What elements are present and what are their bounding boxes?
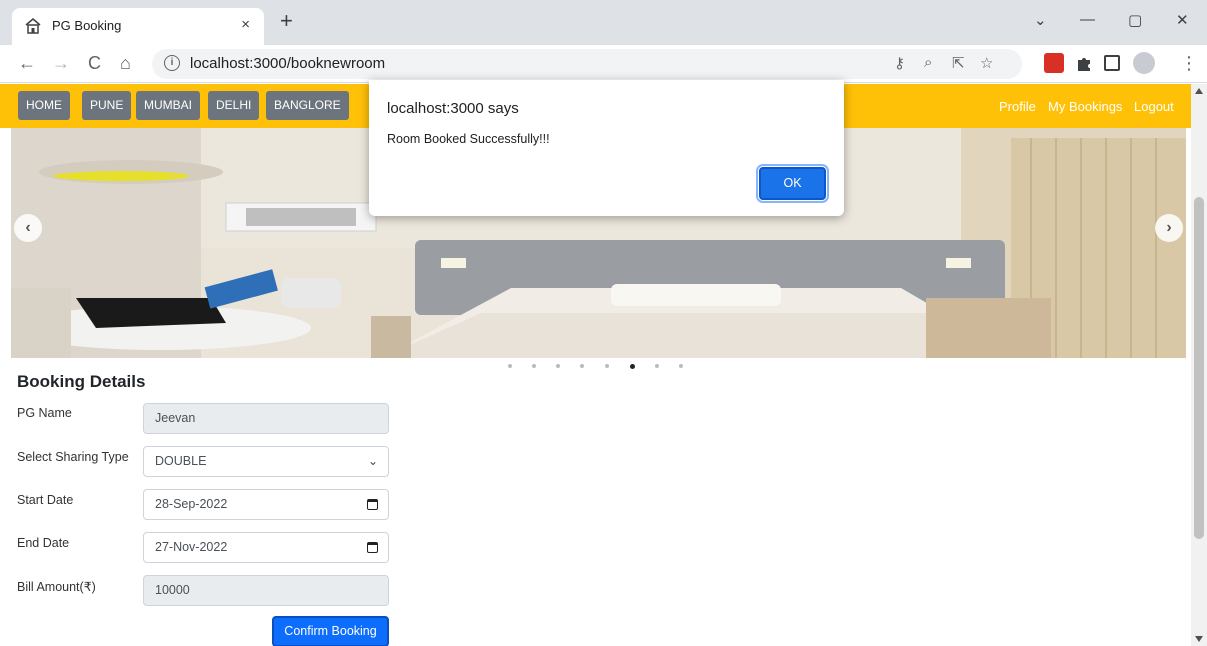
nav-my-bookings[interactable]: My Bookings: [1048, 99, 1122, 114]
url-text[interactable]: localhost:3000/booknewroom: [190, 55, 385, 72]
nav-logout[interactable]: Logout: [1134, 99, 1174, 114]
new-tab-button[interactable]: +: [280, 10, 293, 32]
browser-tabstrip: PG Booking × + ⌄ — ▢ ✕: [0, 0, 1207, 45]
carousel-dot-4[interactable]: [580, 364, 584, 368]
nav-pune[interactable]: PUNE: [82, 91, 132, 120]
home-button[interactable]: ⌂: [120, 52, 131, 74]
bill-amount-label: Bill Amount(₹): [17, 580, 96, 594]
carousel-dot-1[interactable]: [508, 364, 512, 368]
pg-name-label: PG Name: [17, 406, 72, 420]
start-date-input[interactable]: 28-Sep-2022: [143, 489, 389, 520]
carousel-dot-6-active[interactable]: [630, 363, 635, 369]
pg-name-field[interactable]: Jeevan: [143, 403, 389, 434]
nav-profile[interactable]: Profile: [999, 99, 1036, 114]
dialog-message: Room Booked Successfully!!!: [387, 132, 550, 146]
sharing-type-select[interactable]: DOUBLE ⌄: [143, 446, 389, 477]
calendar-icon[interactable]: [367, 499, 378, 510]
nav-mumbai[interactable]: MUMBAI: [136, 91, 200, 120]
nav-banglore[interactable]: BANGLORE: [266, 91, 349, 120]
tab-search-icon[interactable]: ⌄: [1034, 11, 1047, 29]
booking-details-title: Booking Details: [17, 372, 146, 391]
browser-toolbar: ← → C ⌂ i localhost:3000/booknewroom ⚷ ⌕…: [0, 45, 1207, 83]
extensions-puzzle-icon[interactable]: [1074, 53, 1094, 73]
sharing-type-value: DOUBLE: [155, 454, 207, 468]
menu-icon[interactable]: ⋮: [1180, 52, 1198, 74]
end-date-input[interactable]: 27-Nov-2022: [143, 532, 389, 563]
site-info-icon[interactable]: i: [164, 55, 180, 71]
carousel-dot-7[interactable]: [655, 364, 659, 368]
end-date-value: 27-Nov-2022: [155, 540, 228, 554]
nav-home[interactable]: HOME: [18, 91, 70, 120]
pg-name-value: Jeevan: [155, 411, 196, 425]
minimize-button[interactable]: —: [1080, 11, 1095, 28]
close-window-button[interactable]: ✕: [1176, 11, 1189, 29]
page-scrollbar[interactable]: [1191, 84, 1207, 646]
scroll-thumb[interactable]: [1194, 197, 1204, 539]
sharing-type-label: Select Sharing Type: [17, 450, 129, 464]
chevron-down-icon: ⌄: [367, 454, 378, 468]
avatar[interactable]: [1133, 52, 1155, 74]
carousel-prev-icon[interactable]: ‹: [14, 214, 42, 242]
browser-tab[interactable]: PG Booking ×: [12, 8, 264, 45]
address-bar[interactable]: i localhost:3000/booknewroom ⚷ ⌕ ⇱ ☆: [152, 49, 1022, 79]
alert-dialog: localhost:3000 says Room Booked Successf…: [369, 80, 844, 216]
restore-button[interactable]: ▢: [1128, 11, 1142, 29]
confirm-booking-button[interactable]: Confirm Booking: [272, 616, 389, 646]
end-date-label: End Date: [17, 536, 70, 550]
scroll-up-icon[interactable]: [1195, 88, 1203, 94]
tab-close-icon[interactable]: ×: [241, 16, 250, 33]
bill-amount-value: 10000: [155, 583, 190, 597]
carousel-next-icon[interactable]: ›: [1155, 214, 1183, 242]
calendar-icon[interactable]: [367, 542, 378, 553]
tab-title: PG Booking: [52, 18, 122, 33]
zoom-icon[interactable]: ⌕: [924, 54, 932, 71]
back-button[interactable]: ←: [18, 52, 36, 74]
scroll-down-icon[interactable]: [1195, 636, 1203, 642]
start-date-value: 28-Sep-2022: [155, 497, 228, 511]
home-favicon-icon: [25, 18, 41, 34]
carousel-dot-8[interactable]: [679, 364, 683, 368]
carousel-dot-2[interactable]: [532, 364, 536, 368]
carousel-dot-5[interactable]: [605, 364, 609, 368]
dialog-title: localhost:3000 says: [387, 100, 519, 117]
bill-amount-field[interactable]: 10000: [143, 575, 389, 606]
carousel-dot-3[interactable]: [556, 364, 560, 368]
forward-button[interactable]: →: [52, 52, 70, 74]
start-date-label: Start Date: [17, 493, 74, 507]
side-panel-icon[interactable]: [1104, 55, 1120, 71]
extension-red-icon[interactable]: [1044, 53, 1064, 73]
nav-delhi[interactable]: DELHI: [208, 91, 260, 120]
reload-button[interactable]: C: [88, 52, 101, 74]
star-icon[interactable]: ☆: [980, 54, 993, 72]
dialog-ok-button[interactable]: OK: [756, 164, 829, 203]
share-icon[interactable]: ⇱: [952, 54, 965, 72]
key-icon[interactable]: ⚷: [894, 54, 905, 72]
